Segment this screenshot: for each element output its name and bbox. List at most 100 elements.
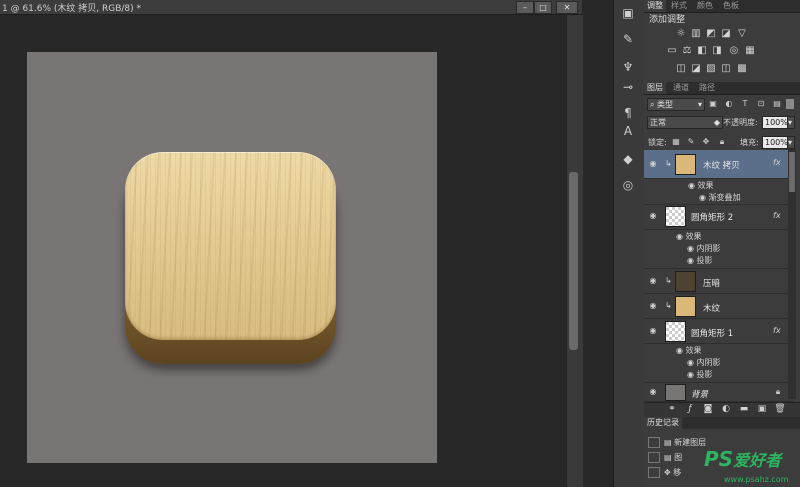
maximize-button[interactable]: □ [534, 1, 552, 14]
clone-source-icon[interactable]: ⊸ [619, 78, 637, 96]
blend-mode-select[interactable]: 正常 ◆ [647, 116, 723, 129]
layer-name[interactable]: 木纹 拷贝 [703, 159, 740, 171]
paragraph-icon[interactable]: ¶ [619, 104, 637, 122]
invert-icon[interactable]: ◫ [675, 63, 687, 74]
lock-transparent-icon[interactable]: ▦ [671, 137, 681, 147]
pixel-filter-icon[interactable]: ▣ [708, 99, 718, 109]
tab-history[interactable]: 历史记录 [644, 417, 682, 429]
layers-icon[interactable]: ▣ [619, 4, 637, 22]
hue-icon[interactable]: ▭ [666, 45, 678, 56]
layer-name[interactable]: 圆角矩形 2 [691, 211, 733, 223]
selective-color-icon[interactable]: ▩ [736, 63, 748, 74]
chevron-down-icon: ▾ [788, 138, 793, 147]
blend-mode-value: 正常 [650, 118, 666, 127]
tab-layers[interactable]: 图层 [644, 82, 666, 94]
levels-icon[interactable]: ▥ [690, 28, 702, 39]
fx-icon[interactable]: fx [773, 158, 781, 167]
close-button[interactable]: ✕ [556, 1, 578, 14]
opacity-dropdown[interactable]: ▾ [787, 116, 795, 129]
new-adjustment-icon[interactable]: ◐ [720, 402, 732, 416]
new-group-icon[interactable]: ▬ [738, 402, 750, 416]
new-layer-icon[interactable]: ▣ [756, 402, 768, 416]
layer-thumbnail [675, 154, 696, 175]
trash-icon[interactable]: 🗑︎ [774, 402, 786, 416]
tab-swatches[interactable]: 色板 [720, 0, 742, 12]
add-mask-icon[interactable]: ◙ [702, 402, 714, 416]
eye-icon[interactable]: ◉ [676, 346, 683, 355]
smart-object-filter-icon[interactable]: ▤ [772, 99, 782, 109]
eye-icon[interactable]: ◉ [699, 193, 706, 202]
layer-name[interactable]: 木纹 [703, 302, 720, 314]
exposure-icon[interactable]: ◪ [720, 28, 732, 39]
fill-dropdown[interactable]: ▾ [787, 136, 795, 149]
type-filter-icon[interactable]: T [740, 99, 750, 109]
3d-icon[interactable]: ◎ [619, 176, 637, 194]
layer-filter-label: 类型 [657, 100, 674, 109]
lock-icon: 🔒︎ [775, 387, 781, 396]
tab-color[interactable]: 颜色 [694, 0, 716, 12]
link-layers-icon[interactable]: ⚭ [666, 402, 678, 416]
fx-icon[interactable]: fx [773, 326, 781, 335]
layer-name[interactable]: 压暗 [703, 277, 720, 289]
eye-icon[interactable]: ◉ [648, 211, 658, 221]
lock-all-icon[interactable]: 🔒︎ [717, 137, 727, 147]
character-icon[interactable]: ♆ [619, 58, 637, 76]
eye-icon[interactable]: ◉ [687, 370, 694, 379]
photo-filter-icon[interactable]: ◨ [711, 45, 723, 56]
effect-item: ◉ 内阴影 [687, 244, 721, 253]
vibrance-icon[interactable]: ▽ [736, 28, 748, 39]
layer-name[interactable]: 背景 [691, 388, 708, 400]
effect-item: ◉ 投影 [687, 370, 713, 379]
layer-name[interactable]: 圆角矩形 1 [691, 327, 733, 339]
color-lookup-icon[interactable]: ▦ [744, 45, 756, 56]
eye-icon[interactable]: ◉ [648, 326, 658, 336]
fx-icon[interactable]: fx [773, 211, 781, 220]
fill-input[interactable]: 100% [762, 136, 790, 149]
eye-icon[interactable]: ◉ [648, 159, 658, 169]
eye-icon[interactable]: ◉ [687, 244, 694, 253]
eye-icon[interactable]: ◉ [648, 301, 658, 311]
layers-scrollbar-thumb[interactable] [789, 152, 795, 192]
filter-toggle[interactable] [786, 99, 794, 109]
gradient-map-icon[interactable]: ◫ [720, 63, 732, 74]
curves-icon[interactable]: ◩ [705, 28, 717, 39]
text-icon[interactable]: A [619, 122, 637, 140]
opacity-input[interactable]: 100% [762, 116, 790, 129]
cube-icon[interactable]: ◆ [619, 150, 637, 168]
tab-channels[interactable]: 通道 [670, 82, 692, 94]
tab-paths[interactable]: 路径 [696, 82, 718, 94]
canvas-scrollbar-thumb[interactable] [569, 172, 578, 350]
tab-styles[interactable]: 样式 [668, 0, 690, 12]
watermark-logo: PS爱好者 [704, 447, 782, 471]
brightness-icon[interactable]: ☼ [675, 28, 687, 39]
effects-label: ◉ 效果 [688, 181, 714, 190]
add-style-icon[interactable]: ƒ [684, 402, 696, 416]
threshold-icon[interactable]: ▨ [705, 63, 717, 74]
effect-item: ◉ 渐变叠加 [699, 193, 741, 202]
eye-icon[interactable]: ◉ [687, 256, 694, 265]
chevron-down-icon: ▾ [788, 118, 793, 127]
eye-icon[interactable]: ◉ [687, 358, 694, 367]
lock-position-icon[interactable]: ✥ [701, 137, 711, 147]
folder-icon: ▤ [664, 453, 672, 462]
eye-icon[interactable]: ◉ [648, 276, 658, 286]
adjustment-filter-icon[interactable]: ◐ [724, 99, 734, 109]
tab-adjustments[interactable]: 调整 [644, 0, 666, 12]
eye-icon[interactable]: ◉ [676, 232, 683, 241]
minimize-button[interactable]: – [516, 1, 534, 14]
black-white-icon[interactable]: ◧ [696, 45, 708, 56]
brush-icon[interactable]: ✎ [619, 30, 637, 48]
effects-label: ◉ 效果 [676, 346, 702, 355]
clip-arrow-icon: ↳ [665, 159, 672, 168]
search-icon: ⌕ [650, 100, 655, 109]
channel-mixer-icon[interactable]: ◎ [728, 45, 740, 56]
color-balance-icon[interactable]: ⚖ [681, 45, 693, 56]
layer-filter-select[interactable]: ⌕ 类型 ▾ [647, 98, 705, 111]
effect-item: ◉ 内阴影 [687, 358, 721, 367]
layers-tabbar: 图层 通道 路径 [644, 82, 800, 95]
eye-icon[interactable]: ◉ [688, 181, 695, 190]
lock-pixels-icon[interactable]: ✎ [686, 137, 696, 147]
posterize-icon[interactable]: ◪ [690, 63, 702, 74]
eye-icon[interactable]: ◉ [648, 387, 658, 397]
shape-filter-icon[interactable]: ⊡ [756, 99, 766, 109]
